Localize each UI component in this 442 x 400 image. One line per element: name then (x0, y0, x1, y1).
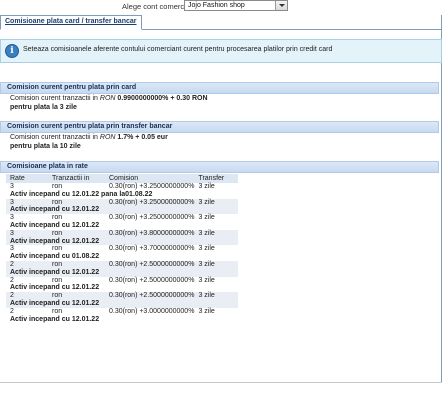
rates-header-row: Rate Tranzactii in Comision Transfer (6, 174, 239, 183)
rate-active-row: Activ incepand cu 12.01.22 pana la01.08.… (6, 191, 238, 199)
transfer-commission-line: Comision curent tranzactii in RON 1.7% +… (10, 134, 168, 141)
rate-transfer: 3 zile (194, 198, 239, 207)
rate-active-text: Activ incepand cu 12.01.22 (10, 221, 100, 229)
rate-transfer: 3 zile (194, 292, 239, 300)
header-rate: Rate (6, 174, 48, 183)
transfer-commission-term: pentru plata la 10 zile (10, 143, 81, 150)
rate-currency: ron (52, 214, 63, 222)
rate-commission: 0.30(ron) +3.0000000000% (109, 307, 195, 315)
header-transfer: Transfer (194, 174, 239, 183)
header-commission: Comision (105, 174, 195, 183)
rate-active-row: Activ incepand cu 12.01.22 (6, 206, 239, 215)
rate-active-text: Activ incepand cu 12.01.22 pana la01.08.… (10, 190, 153, 198)
rate-transfer: 3 zile (198, 307, 215, 315)
rate-active-text: Activ incepand cu 12.01.22 (10, 315, 100, 323)
rate-transfer: 3 zile (194, 229, 239, 238)
merchant-select[interactable]: Jojo Fashion shop (184, 0, 288, 11)
rate-currency: ron (52, 307, 63, 315)
rate-value: 3 (10, 245, 14, 253)
rate-commission: 0.30(ron) +3.7000000000% (109, 245, 195, 253)
tab-bar: Comisioane plata card / transfer bancar (0, 15, 442, 30)
rates-section-title: Comisioane plata in rate (0, 161, 439, 173)
rate-value: 3 (10, 214, 14, 222)
rate-active-row: Activ incepand cu 01.08.22 (6, 253, 238, 261)
rate-active-row: Activ incepand cu 12.01.22 (6, 222, 238, 230)
rate-value: 3 (6, 198, 48, 207)
card-commission-term: pentru plata la 3 zile (10, 104, 77, 111)
rate-currency: ron (48, 198, 105, 207)
info-box: i Seteaza comisioanele aferente contului… (0, 39, 442, 63)
rate-commission: 0.30(ron) +2.5000000000% (105, 260, 195, 269)
rate-commission: 0.30(ron) +2.5000000000% (109, 276, 195, 284)
rate-transfer: 3 zile (194, 260, 239, 269)
card-commission-line: Comision curent tranzactii in RON 0.9900… (10, 95, 208, 102)
rate-value: 3 (10, 183, 14, 190)
footer-divider (0, 382, 442, 383)
rate-commission: 0.30(ron) +2.5000000000% (105, 292, 195, 300)
rate-active-row: Activ incepand cu 12.01.22 (6, 299, 239, 308)
rate-active-text: Activ incepand cu 12.01.22 (6, 237, 239, 246)
card-commission-section: Comision curent pentru plata prin card (0, 82, 439, 94)
rate-active-text: Activ incepand cu 12.01.22 (6, 206, 239, 215)
rate-active-row: Activ incepand cu 12.01.22 (6, 284, 238, 292)
rate-value: 2 (6, 292, 48, 300)
rate-value: 3 (6, 229, 48, 238)
transfer-section-title: Comision curent pentru plata prin transf… (0, 121, 439, 133)
rate-active-row: Activ incepand cu 12.01.22 (6, 316, 238, 324)
rate-commission: 0.30(ron) +3.2500000000% (109, 214, 195, 222)
card-commission-currency: RON (99, 95, 116, 102)
rate-currency: ron (48, 292, 105, 300)
rates-table: Rate Tranzactii in Comision Transfer 3 ro… (6, 174, 239, 324)
rate-commission: 0.30(ron) +3.2500000000% (105, 198, 195, 207)
rate-row: 3 ron 0.30(ron) +3.2500000000% 3 zile (6, 198, 239, 207)
card-section-title: Comision curent pentru plata prin card (0, 82, 439, 94)
rates-section: Comisioane plata in rate (0, 161, 439, 173)
transfer-commission-section: Comision curent pentru plata prin transf… (0, 121, 439, 133)
rate-active-text: Activ incepand cu 12.01.22 (6, 268, 239, 277)
rate-transfer: 3 zile (198, 183, 215, 190)
rate-row: 3 ron 0.30(ron) +3.2500000000% 3 zile (6, 214, 238, 222)
rate-active-row: Activ incepand cu 12.01.22 (6, 237, 239, 246)
rate-active-row: Activ incepand cu 12.01.22 (6, 268, 239, 277)
rate-currency: ron (48, 229, 105, 238)
merchant-bar: Alege cont comerciant: Jojo Fashion shop (0, 0, 442, 14)
rate-row: 2 ron 0.30(ron) +2.5000000000% 3 zile (6, 292, 239, 300)
rate-row: 2 ron 0.30(ron) +3.0000000000% 3 zile (6, 308, 238, 316)
rate-commission: 0.30(ron) +3.8000000000% (105, 229, 195, 238)
merchant-select-value: Jojo Fashion shop (188, 2, 245, 9)
header-currency: Tranzactii in (48, 174, 105, 183)
rate-transfer: 3 zile (198, 276, 215, 284)
tab-comisioane[interactable]: Comisioane plata card / transfer bancar (0, 15, 142, 30)
rate-value: 2 (10, 276, 14, 284)
rate-currency: ron (48, 260, 105, 269)
info-icon: i (5, 44, 19, 58)
transfer-commission-value: 1.7% + 0.05 eur (117, 134, 168, 141)
transfer-commission-prefix: Comision curent tranzactii in (10, 134, 98, 141)
rate-row: 2 ron 0.30(ron) +2.5000000000% 3 zile (6, 260, 239, 269)
rate-active-text: Activ incepand cu 01.08.22 (10, 253, 100, 261)
chevron-down-icon[interactable] (275, 1, 287, 10)
rate-transfer: 3 zile (198, 245, 215, 253)
transfer-commission-currency: RON (99, 134, 116, 141)
rate-active-text: Activ incepand cu 12.01.22 (10, 284, 100, 292)
rate-currency: ron (52, 245, 63, 253)
rate-commission: 0.30(ron) +3.2500000000% (109, 183, 195, 190)
rate-row: 3 ron 0.30(ron) +3.2500000000% 3 zile (6, 183, 238, 191)
rate-row: 3 ron 0.30(ron) +3.7000000000% 3 zile (6, 245, 238, 253)
rate-transfer: 3 zile (198, 214, 215, 222)
card-commission-value: 0.9900000000% + 0.30 RON (117, 95, 208, 102)
card-commission-prefix: Comision curent tranzactii in (10, 95, 98, 102)
rate-currency: ron (52, 276, 63, 284)
rate-row: 3 ron 0.30(ron) +3.8000000000% 3 zile (6, 229, 239, 238)
rate-value: 2 (10, 307, 14, 315)
rate-value: 2 (6, 260, 48, 269)
info-text: Seteaza comisioanele aferente contului c… (23, 46, 333, 53)
rate-row: 2 ron 0.30(ron) +2.5000000000% 3 zile (6, 277, 238, 285)
rate-currency: ron (52, 183, 63, 190)
rate-active-text: Activ incepand cu 12.01.22 (6, 299, 239, 308)
